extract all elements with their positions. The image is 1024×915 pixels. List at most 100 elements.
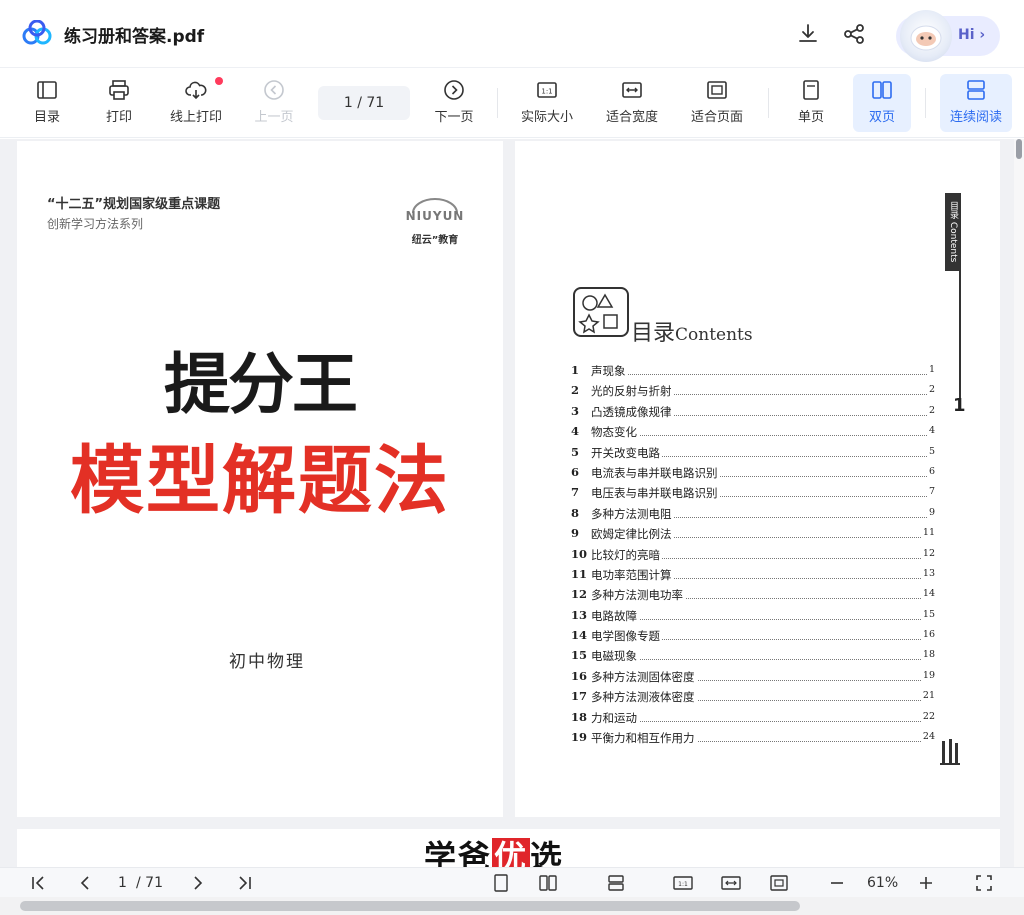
toc-entry-number: 5 (571, 444, 580, 459)
toc-entry[interactable]: 18 力和运动 22 (571, 708, 935, 728)
prev-page-button[interactable]: 上一页 (250, 74, 298, 132)
toc-button[interactable]: 目录 (24, 74, 70, 132)
bottom-page-total: / 71 (136, 875, 163, 891)
single-page-icon[interactable] (491, 873, 511, 893)
cover-title-sub: 模型解题法 (70, 438, 450, 524)
svg-text:1:1: 1:1 (678, 881, 688, 888)
toc-entry-number: 7 (571, 485, 580, 500)
toc-entry[interactable]: 9 欧姆定律比例法 11 (571, 524, 935, 544)
toc-entry-title: 多种方法测电功率 (591, 587, 685, 604)
single-page-button[interactable]: 单页 (788, 74, 834, 132)
toc-entry-title: 平衡力和相互作用力 (591, 730, 697, 747)
toc-page-marker: 1 (953, 395, 966, 416)
toc-entry[interactable]: 3 凸透镜成像规律 2 (571, 402, 935, 422)
double-page-label: 双页 (868, 110, 895, 125)
publisher-brand: NIUYUN (405, 209, 465, 223)
fit-width-icon[interactable] (721, 873, 741, 893)
toc-entry-number: 10 (571, 546, 588, 561)
double-page-icon[interactable] (538, 873, 558, 893)
first-page-icon[interactable] (28, 873, 48, 893)
toc-entry-page: 1 (926, 364, 935, 375)
toc-entry[interactable]: 10 比较灯的亮暗 12 (571, 545, 935, 565)
toc-label: 目录 (33, 110, 60, 125)
assistant-avatar[interactable] (900, 10, 952, 62)
toc-entry[interactable]: 2 光的反射与折射 2 (571, 381, 935, 401)
toc-entry[interactable]: 16 多种方法测固体密度 19 (571, 667, 935, 687)
toc-entry[interactable]: 14 电学图像专题 16 (571, 626, 935, 646)
toc-entry[interactable]: 13 电路故障 15 (571, 606, 935, 626)
toc-entry-title: 电路故障 (591, 607, 639, 624)
fit-page-icon[interactable] (769, 873, 789, 893)
continuous-read-button[interactable]: 连续阅读 (940, 74, 1012, 132)
prev-page-label: 上一页 (254, 110, 294, 125)
toc-entry-number: 3 (571, 403, 580, 418)
single-page-label: 单页 (797, 110, 824, 125)
toc-entry-number: 18 (571, 709, 588, 724)
actual-size-icon[interactable]: 1:1 (673, 873, 693, 893)
bottom-page-current[interactable]: 1 (118, 875, 127, 891)
zoom-in-icon[interactable] (916, 873, 936, 893)
toc-entry-title: 电磁现象 (591, 648, 639, 665)
fit-width-icon (622, 82, 642, 98)
share-icon[interactable] (842, 22, 866, 46)
toc-entry-page: 2 (926, 404, 935, 416)
toc-entry[interactable]: 5 开关改变电路 5 (571, 443, 935, 463)
toc-heading: 目录Contents (631, 315, 753, 347)
toc-entry[interactable]: 1 声现象 1 (571, 361, 935, 381)
single-page-icon (803, 80, 819, 100)
toc-entry-title: 比较灯的亮暗 (591, 546, 662, 563)
toc-entry[interactable]: 7 电压表与串并联电路识别 7 (571, 483, 935, 503)
actual-size-button[interactable]: 1:1 实际大小 (514, 74, 580, 132)
zoom-out-icon[interactable] (827, 873, 847, 893)
assistant-label[interactable]: Hi › (958, 27, 985, 43)
toc-entry-page: 4 (926, 425, 935, 437)
toc-entry[interactable]: 6 电流表与串并联电路识别 6 (571, 463, 935, 483)
toc-side-line (959, 269, 961, 399)
toc-entry[interactable]: 8 多种方法测电阻 9 (571, 504, 935, 524)
online-print-label: 线上打印 (169, 110, 222, 125)
toc-entry[interactable]: 19 平衡力和相互作用力 24 (571, 728, 935, 748)
next-page-button[interactable]: 下一页 (430, 74, 478, 132)
fit-page-button[interactable]: 适合页面 (685, 74, 749, 132)
document-viewer[interactable]: “十二五”规划国家级重点课题 创新学习方法系列 NIUYUN 纽云”教育 提分王… (0, 139, 1014, 867)
toc-entry[interactable]: 17 多种方法测液体密度 21 (571, 687, 935, 707)
toc-entry[interactable]: 12 多种方法测电功率 14 (571, 585, 935, 605)
toc-heading-cn: 目录 (631, 321, 676, 346)
toc-entry-number: 11 (571, 566, 588, 581)
double-page-button[interactable]: 双页 (853, 74, 911, 132)
toc-heading-emblem (573, 287, 629, 337)
chevron-left-circle-icon (264, 80, 284, 100)
zoom-level[interactable]: 61% (867, 875, 898, 891)
toolbar-divider (497, 88, 498, 118)
vertical-scrollbar[interactable] (1014, 139, 1024, 867)
toc-entry-number: 14 (571, 628, 588, 643)
robot-icon (910, 25, 942, 51)
online-print-button[interactable]: 线上打印 (164, 74, 228, 132)
prev-page-icon[interactable] (75, 873, 95, 893)
download-icon[interactable] (796, 22, 820, 46)
toc-entry[interactable]: 11 电功率范围计算 13 (571, 565, 935, 585)
toc-entry[interactable]: 15 电磁现象 18 (571, 646, 935, 666)
continuous-read-icon[interactable] (606, 873, 626, 893)
fullscreen-icon[interactable] (974, 873, 994, 893)
page-number-input[interactable]: 1 / 71 (318, 86, 410, 120)
vertical-scroll-thumb[interactable] (1016, 139, 1022, 159)
toc-entry-page: 13 (920, 567, 935, 579)
toc-entry-title: 凸透镜成像规律 (591, 403, 674, 420)
horizontal-scroll-thumb[interactable] (20, 901, 800, 911)
cloud-print-icon (185, 81, 207, 100)
horizontal-scrollbar[interactable] (0, 897, 1024, 915)
continuous-read-label: 连续阅读 (949, 110, 1002, 125)
last-page-icon[interactable] (235, 873, 255, 893)
fit-width-button[interactable]: 适合宽度 (600, 74, 664, 132)
print-button[interactable]: 打印 (96, 74, 142, 132)
toc-entry-page: 9 (926, 506, 935, 518)
toc-leader-dots (591, 435, 927, 437)
toc-entry-page: 14 (920, 588, 935, 600)
next-page-icon[interactable] (188, 873, 208, 893)
fit-page-label: 适合页面 (690, 110, 743, 125)
toc-entry-number: 6 (571, 464, 580, 479)
chevron-right-circle-icon (444, 80, 464, 100)
toc-entry[interactable]: 4 物态变化 4 (571, 422, 935, 442)
fit-width-label: 适合宽度 (605, 110, 658, 125)
